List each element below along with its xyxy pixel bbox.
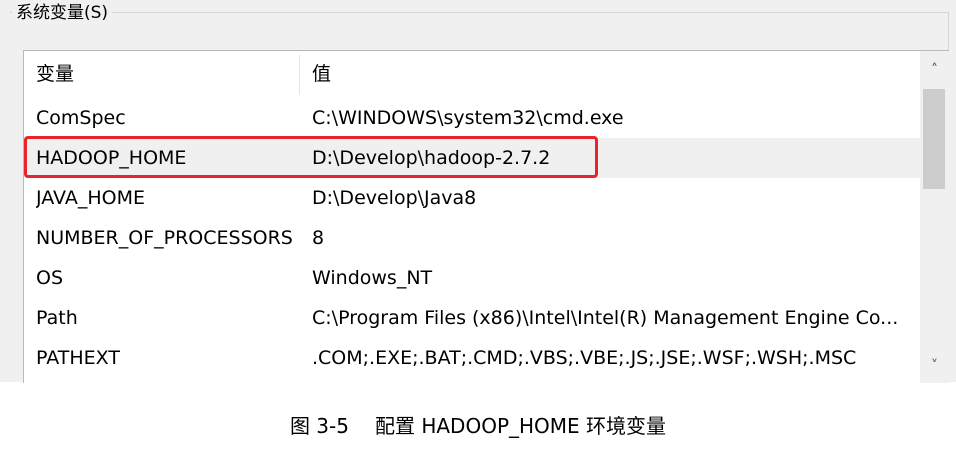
table-row[interactable]: OS Windows_NT [24, 258, 920, 298]
variable-value: C:\WINDOWS\system32\cmd.exe [312, 107, 624, 129]
variable-name: ComSpec [36, 107, 126, 129]
variable-name: PATHEXT [36, 347, 120, 369]
group-border-top [10, 12, 948, 13]
variable-value: Windows_NT [312, 267, 433, 289]
figure-caption: 图 3-5 配置 HADOOP_HOME 环境变量 [0, 412, 956, 440]
variable-value: .COM;.EXE;.BAT;.CMD;.VBS;.VBE;.JS;.JSE;.… [312, 347, 857, 369]
table-row[interactable]: Path C:\Program Files (x86)\Intel\Intel(… [24, 298, 920, 338]
list-header: 变量 值 [24, 51, 920, 97]
figure-caption-text: 配置 HADOOP_HOME 环境变量 [374, 414, 667, 438]
variables-list[interactable]: 变量 值 ComSpec C:\WINDOWS\system32\cmd.exe… [23, 50, 949, 383]
column-header-variable[interactable]: 变量 [24, 51, 299, 97]
variable-value: 8 [312, 227, 325, 249]
table-row[interactable]: JAVA_HOME D:\Develop\Java8 [24, 178, 920, 218]
figure-number: 图 3-5 [289, 414, 349, 438]
scroll-up-icon[interactable]: ˄ [920, 55, 949, 85]
scrollbar-thumb[interactable] [923, 89, 945, 189]
variable-name: Path [36, 307, 78, 329]
table-row-selected[interactable]: HADOOP_HOME D:\Develop\hadoop-2.7.2 [24, 138, 920, 178]
table-row[interactable]: PATHEXT .COM;.EXE;.BAT;.CMD;.VBS;.VBE;.J… [24, 338, 920, 378]
variable-value: D:\Develop\Java8 [312, 187, 477, 209]
table-row[interactable]: NUMBER_OF_PROCESSORS 8 [24, 218, 920, 258]
vertical-scrollbar[interactable]: ˄ ˅ [920, 51, 949, 383]
column-header-value[interactable]: 值 [300, 51, 920, 97]
variable-value: C:\Program Files (x86)\Intel\Intel(R) Ma… [312, 307, 899, 329]
variable-name: OS [36, 267, 64, 289]
scroll-down-icon[interactable]: ˅ [920, 351, 949, 381]
system-variables-group: 系统变量(S) 变量 值 ComSpec C:\WINDOWS\system32… [0, 0, 956, 383]
variable-name: NUMBER_OF_PROCESSORS [36, 227, 293, 249]
variable-value: D:\Develop\hadoop-2.7.2 [312, 147, 551, 169]
variable-name: HADOOP_HOME [36, 147, 187, 169]
variable-name: JAVA_HOME [36, 187, 145, 209]
table-row[interactable]: ComSpec C:\WINDOWS\system32\cmd.exe [24, 98, 920, 138]
group-title: 系统变量(S) [12, 2, 113, 24]
